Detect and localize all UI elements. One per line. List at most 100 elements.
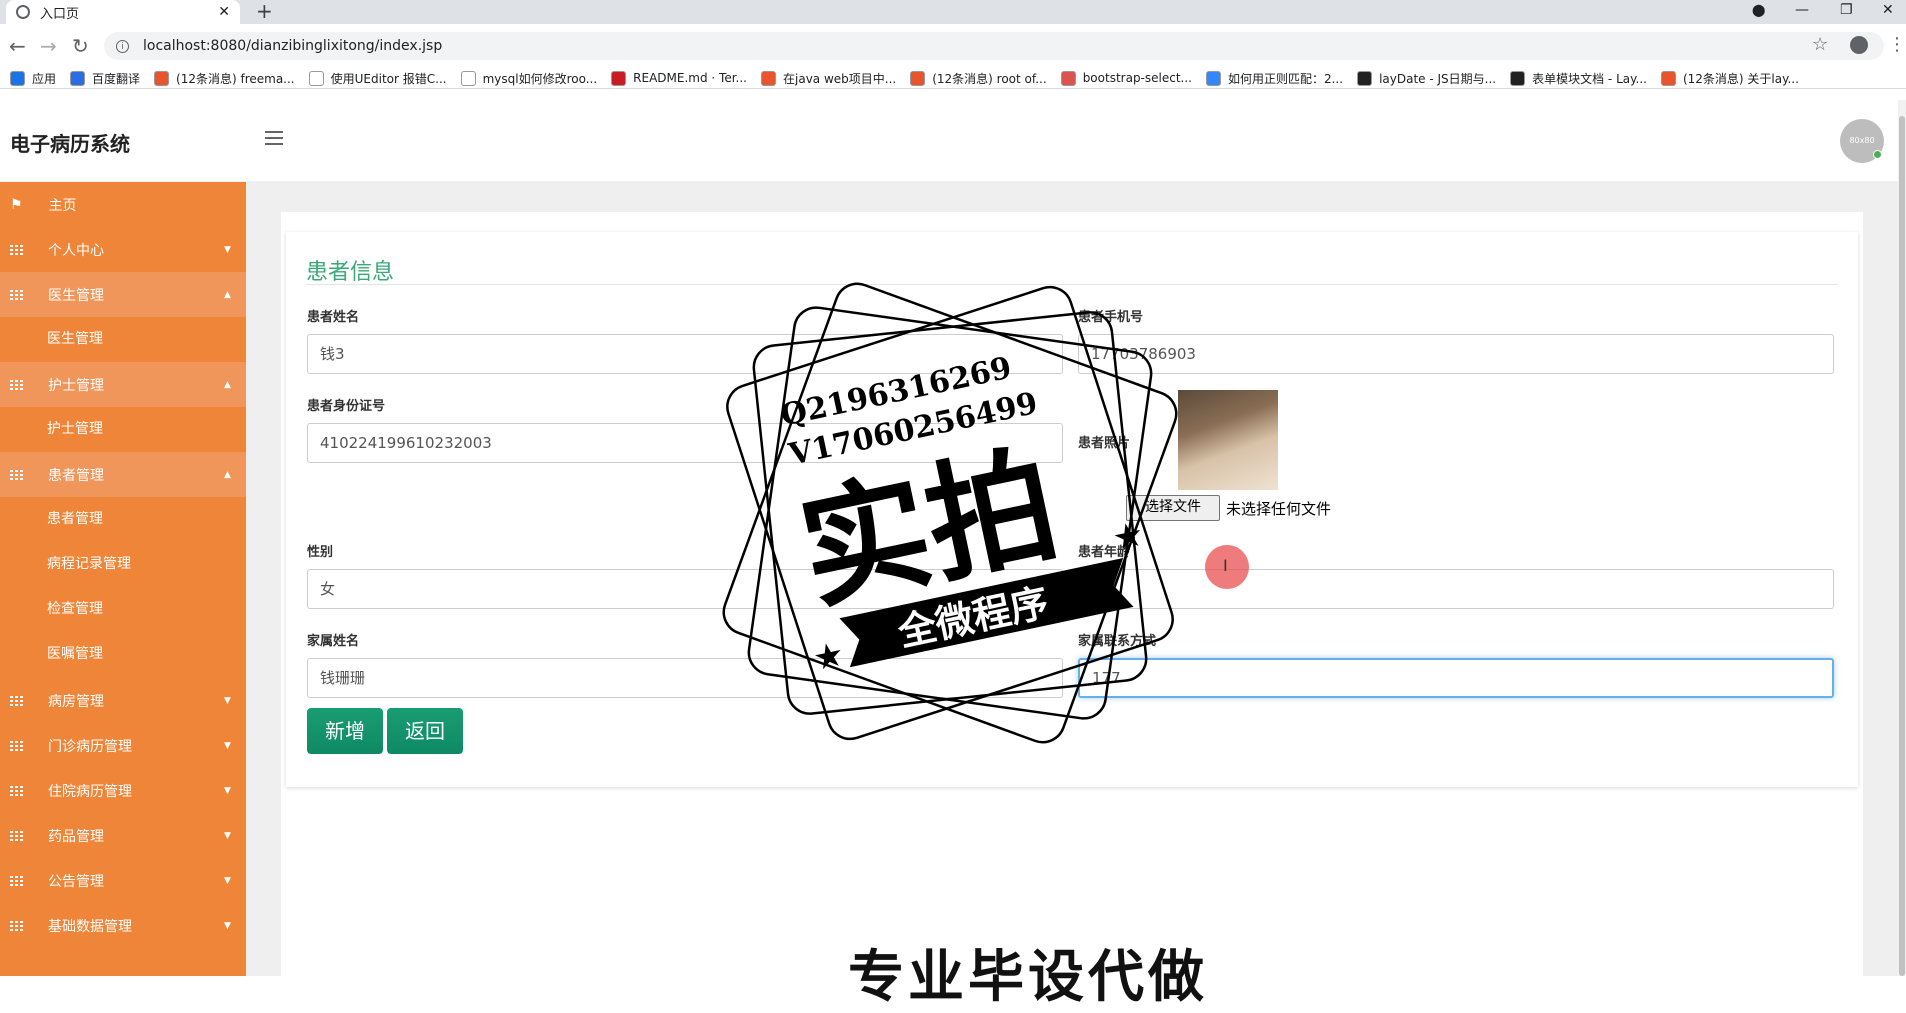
caret-down-icon: ▼ <box>224 920 231 931</box>
bookmark-item[interactable]: (12条消息) 关于lay... <box>1660 70 1799 87</box>
sidebar-subitem-course-records[interactable]: 病程记录管理 <box>0 542 246 587</box>
page-scrollbar[interactable] <box>1898 100 1906 976</box>
form-title: 患者信息 <box>306 260 395 285</box>
patient-phone-input[interactable]: 17703786903 <box>1078 334 1834 374</box>
forward-icon[interactable]: → <box>40 32 57 60</box>
bookmark-item[interactable]: 表单模块文档 - Lay... <box>1510 70 1647 87</box>
star-icon: ★ <box>1112 517 1146 557</box>
back-icon[interactable]: ← <box>9 32 26 60</box>
restore-icon[interactable]: ❐ <box>1840 0 1853 24</box>
sidebar-item-label: 医生管理 <box>48 287 104 304</box>
sidebar-subitem-patient-management[interactable]: 患者管理 <box>0 497 246 542</box>
patient-name-label: 患者姓名 <box>307 310 360 325</box>
bookmarks-bar: 应用 百度翻译 (12条消息) freema... 使用UEditor 报错C... m… <box>0 68 1906 89</box>
browser-tab[interactable]: 入口页 ✕ <box>6 0 240 24</box>
sidebar-item-home[interactable]: ⚑ 主页 <box>0 182 246 227</box>
sidebar-item-label: 公告管理 <box>48 873 104 890</box>
sidebar-item-ward-management[interactable]: 病房管理 ▼ <box>0 678 246 723</box>
bookmark-item[interactable]: 如何用正则匹配：2... <box>1205 70 1343 87</box>
bookmark-favicon-icon <box>1510 70 1526 86</box>
globe-icon <box>16 5 30 19</box>
info-icon[interactable]: i <box>116 39 129 53</box>
bookmark-label: (12条消息) 关于lay... <box>1682 71 1799 86</box>
grid-icon <box>10 740 24 751</box>
bookmark-favicon-icon <box>1660 70 1676 86</box>
promo-text: 专业毕设代做 <box>848 945 1208 1010</box>
bookmark-label: (12条消息) root of... <box>932 71 1047 86</box>
minimize-icon[interactable]: — <box>1795 0 1809 24</box>
close-tab-icon[interactable]: ✕ <box>218 4 230 20</box>
sidebar-subitem-medical-orders[interactable]: 医嘱管理 <box>0 632 246 677</box>
caret-down-icon: ▼ <box>224 695 231 706</box>
bookmark-item[interactable]: 应用 <box>10 70 56 87</box>
caret-down-icon: ▼ <box>224 830 231 841</box>
bookmark-item[interactable]: mysql如何修改roo... <box>460 70 597 87</box>
sidebar-item-patient-management[interactable]: 患者管理 ▲ <box>0 452 246 497</box>
family-phone-input[interactable]: 177 <box>1078 658 1834 698</box>
bookmark-item[interactable]: 在java web项目中... <box>761 70 896 87</box>
bookmark-favicon-icon <box>611 70 627 86</box>
watermark-stamp: Q2196316269 V17060256499 实拍 全微程序 ★ ★ <box>722 282 1178 744</box>
bookmark-item[interactable]: (12条消息) freema... <box>154 70 295 87</box>
grid-icon <box>10 379 24 390</box>
caret-down-icon: ▼ <box>224 875 231 886</box>
new-tab-button[interactable]: + <box>256 0 273 24</box>
sidebar-item-personal-center[interactable]: 个人中心 ▼ <box>0 227 246 272</box>
avatar[interactable]: 80x80 <box>1840 119 1884 163</box>
bookmark-favicon-icon <box>1205 70 1221 86</box>
tab-search-icon[interactable]: ⬤ <box>1752 0 1765 24</box>
sidebar-item-label: 病房管理 <box>48 693 104 710</box>
family-name-label: 家属姓名 <box>307 634 360 649</box>
sidebar-item-drug-management[interactable]: 药品管理 ▼ <box>0 813 246 858</box>
url-text: localhost:8080/dianzibinglixitong/index.… <box>143 38 443 54</box>
sidebar-item-nurse-management[interactable]: 护士管理 ▲ <box>0 362 246 407</box>
back-button[interactable]: 返回 <box>387 708 463 754</box>
sidebar-subitem-examinations[interactable]: 检查管理 <box>0 587 246 632</box>
bookmark-favicon-icon <box>460 70 476 86</box>
bookmark-item[interactable]: layDate - JS日期与... <box>1357 70 1496 87</box>
sidebar-item-outpatient-records[interactable]: 门诊病历管理 ▼ <box>0 723 246 768</box>
bookmark-favicon-icon <box>10 70 25 86</box>
bookmark-label: bootstrap-select... <box>1082 71 1192 85</box>
bookmark-item[interactable]: bootstrap-select... <box>1060 70 1192 86</box>
sidebar-item-inpatient-records[interactable]: 住院病历管理 ▼ <box>0 768 246 813</box>
sidebar-item-notice-management[interactable]: 公告管理 ▼ <box>0 858 246 903</box>
grid-icon <box>10 469 24 480</box>
menu-icon[interactable]: ⋮ <box>1888 34 1906 55</box>
caret-down-icon: ▼ <box>224 785 231 796</box>
sidebar-item-label: 患者管理 <box>48 467 104 484</box>
hamburger-icon[interactable] <box>265 131 283 149</box>
tab-title: 入口页 <box>40 6 80 22</box>
bookmark-label: (12条消息) freema... <box>176 71 295 86</box>
star-icon: ★ <box>812 637 846 677</box>
bookmark-item[interactable]: 使用UEditor 报错C... <box>308 70 447 87</box>
bookmark-favicon-icon <box>70 70 86 86</box>
bookmark-label: 百度翻译 <box>92 71 141 86</box>
bookmark-favicon-icon <box>761 70 776 86</box>
reload-icon[interactable]: ↻ <box>72 32 89 60</box>
close-window-icon[interactable]: ✕ <box>1882 0 1894 24</box>
bookmark-favicon-icon <box>910 70 926 86</box>
scrollbar-thumb[interactable] <box>1899 116 1905 976</box>
bookmark-item[interactable]: 百度翻译 <box>70 70 140 87</box>
sidebar-item-label: 住院病历管理 <box>48 783 132 800</box>
file-status-text: 未选择任何文件 <box>1226 500 1332 518</box>
sidebar: ⚑ 主页 个人中心 ▼ 医生管理 ▲ 医生管理 护士管理 ▲ 护士管理 患者管理… <box>0 182 246 976</box>
address-bar[interactable]: i localhost:8080/dianzibinglixitong/inde… <box>104 32 1884 60</box>
bookmark-item[interactable]: README.md · Ter... <box>611 70 747 86</box>
sidebar-item-doctor-management[interactable]: 医生管理 ▲ <box>0 272 246 317</box>
caret-up-icon: ▲ <box>224 379 231 390</box>
sidebar-item-label: 主页 <box>48 197 77 214</box>
sidebar-item-basic-data[interactable]: 基础数据管理 ▼ <box>0 903 246 948</box>
profile-icon[interactable] <box>1850 36 1868 54</box>
bookmark-item[interactable]: (12条消息) root of... <box>910 70 1047 87</box>
bookmark-label: 应用 <box>32 71 57 86</box>
sidebar-subitem-doctor-management[interactable]: 医生管理 <box>0 317 246 362</box>
add-button[interactable]: 新增 <box>307 708 383 754</box>
sidebar-subitem-nurse-management[interactable]: 护士管理 <box>0 407 246 452</box>
grid-icon <box>10 920 24 931</box>
bookmark-star-icon[interactable]: ☆ <box>1812 34 1828 55</box>
sidebar-item-label: 门诊病历管理 <box>48 738 132 755</box>
caret-up-icon: ▲ <box>224 469 231 480</box>
patient-age-input[interactable]: 16 <box>1078 569 1834 609</box>
